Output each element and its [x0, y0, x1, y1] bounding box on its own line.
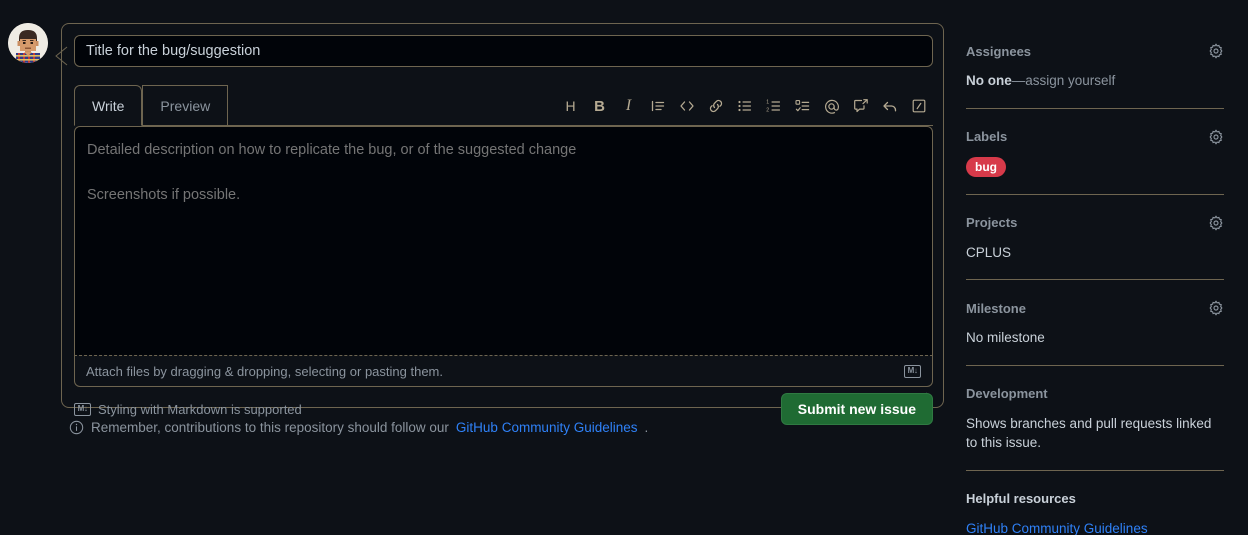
italic-glyph: I [625, 97, 632, 114]
labels-header: Labels [966, 126, 1224, 148]
community-guidelines-note: Remember, contributions to this reposito… [69, 420, 648, 435]
development-title: Development [966, 386, 1048, 402]
gear-icon[interactable] [1208, 300, 1224, 316]
divider [966, 279, 1224, 281]
comment-bubble-arrow [53, 46, 69, 66]
projects-value: CPLUS [966, 244, 1012, 260]
assignees-noone: No one [966, 73, 1012, 88]
gear-icon[interactable] [1208, 128, 1224, 145]
info-icon [69, 420, 84, 435]
editor-tabs: Write Preview H B I 1 2 [74, 84, 933, 126]
attach-files-bar[interactable]: Attach files by dragging & dropping, sel… [74, 355, 933, 387]
markdown-toolbar: H B I 1 2 [556, 92, 933, 120]
projects-title: Projects [966, 215, 1018, 231]
bold-glyph: B [594, 97, 605, 115]
code-icon[interactable] [672, 92, 701, 120]
sidebar-section-assignees: Assignees No one—assign yourself [966, 40, 1224, 109]
divider [966, 469, 1224, 471]
note-text-after: . [644, 420, 649, 435]
avatar[interactable] [8, 23, 48, 63]
note-text-before: Remember, contributions to this reposito… [91, 420, 449, 435]
issue-title-input[interactable] [74, 35, 933, 67]
gear-icon[interactable] [1208, 214, 1224, 231]
heading-glyph: H [565, 98, 576, 114]
markdown-icon: M↓ [904, 364, 921, 378]
svg-text:2: 2 [766, 108, 769, 114]
attach-files-text: Attach files by dragging & dropping, sel… [86, 363, 443, 379]
tab-preview-label: Preview [160, 97, 211, 114]
tab-write-label: Write [92, 97, 125, 114]
markdown-support-text: Styling with Markdown is supported [98, 401, 302, 417]
tab-write[interactable]: Write [74, 85, 143, 126]
divider [966, 364, 1224, 366]
helpful-resources-title: Helpful resources [966, 491, 1076, 507]
divider [966, 107, 1224, 109]
assignees-header: Assignees [966, 40, 1224, 62]
task-list-icon[interactable] [788, 92, 817, 120]
tab-preview[interactable]: Preview [142, 85, 229, 126]
ordered-list-icon[interactable]: 1 2 [759, 92, 788, 120]
unordered-list-icon[interactable] [730, 92, 759, 120]
label-chip-bug[interactable]: bug [966, 156, 1006, 177]
bold-icon[interactable]: B [585, 92, 614, 120]
assignees-assign-yourself[interactable]: —assign yourself [1012, 73, 1116, 88]
heading-icon[interactable]: H [556, 92, 585, 120]
slash-command-icon[interactable] [904, 92, 933, 120]
gear-icon[interactable] [1208, 43, 1224, 59]
assignees-title: Assignees [966, 43, 1032, 59]
issue-create-page: Write Preview H B I [0, 0, 1248, 535]
cross-reference-icon[interactable] [846, 92, 875, 120]
sidebar-section-development: Development Shows branches and pull requ… [966, 383, 1224, 471]
development-value: Shows branches and pull requests linked … [966, 415, 1212, 451]
new-issue-form: Write Preview H B I [55, 23, 944, 425]
note-guidelines-link[interactable]: GitHub Community Guidelines [456, 420, 638, 435]
sidebar-section-projects: Projects CPLUS [966, 212, 1224, 281]
milestone-value: No milestone [966, 330, 1045, 346]
markdown-support-icon: M↓ [74, 402, 91, 416]
assignees-value: No one—assign yourself [966, 71, 1224, 91]
markdown-support-link[interactable]: M↓ Styling with Markdown is supported [74, 402, 302, 417]
milestone-title: Milestone [966, 300, 1026, 316]
issue-sidebar: Assignees No one—assign yourself Labels [966, 40, 1224, 535]
projects-header: Projects [966, 212, 1224, 234]
quote-icon[interactable] [643, 92, 672, 120]
sidebar-section-milestone: Milestone No milestone [966, 297, 1224, 366]
link-icon[interactable] [701, 92, 730, 120]
avatar-image [8, 23, 48, 63]
milestone-header: Milestone [966, 297, 1224, 319]
sidebar-section-helpful-resources: Helpful resources GitHub Community Guide… [966, 488, 1224, 535]
helpful-resources-link[interactable]: GitHub Community Guidelines [966, 521, 1148, 535]
labels-title: Labels [966, 129, 1008, 145]
sidebar-section-labels: Labels bug [966, 126, 1224, 195]
mention-icon[interactable] [817, 92, 846, 120]
development-header: Development [966, 383, 1224, 405]
reply-icon[interactable] [875, 92, 904, 120]
italic-icon[interactable]: I [614, 92, 643, 120]
helpful-resources-value: GitHub Community Guidelines [966, 519, 1224, 535]
issue-body-textarea[interactable] [74, 126, 933, 356]
svg-text:1: 1 [766, 100, 769, 106]
divider [966, 193, 1224, 195]
helpful-resources-header: Helpful resources [966, 488, 1224, 510]
submit-new-issue-button[interactable]: Submit new issue [780, 393, 933, 425]
